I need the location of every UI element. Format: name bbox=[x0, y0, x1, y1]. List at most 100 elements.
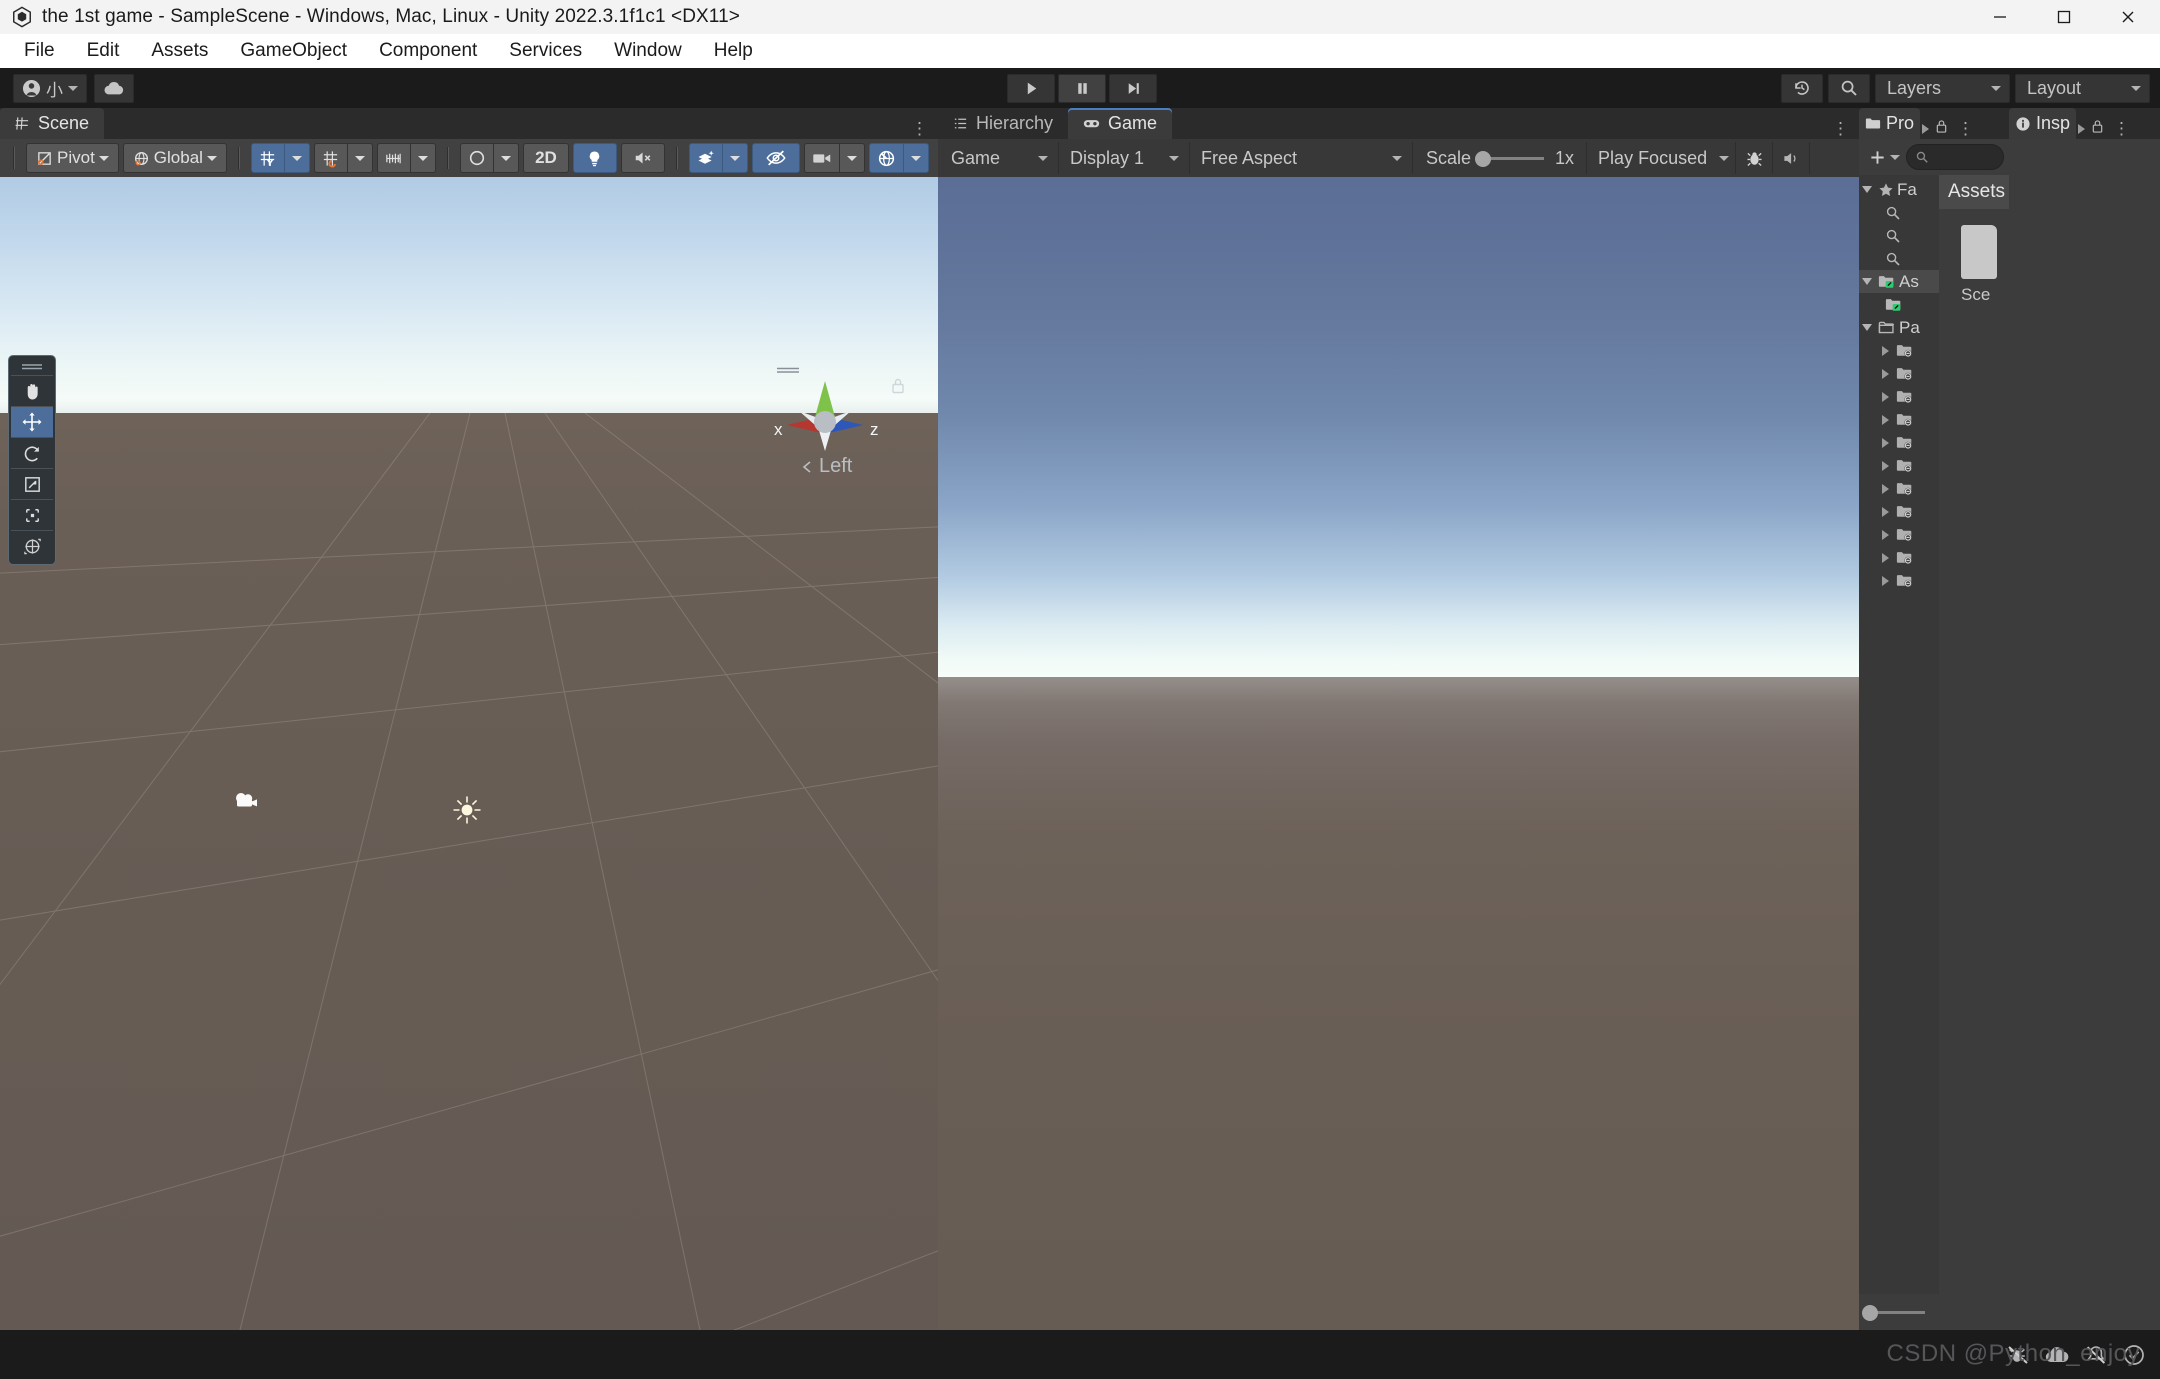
scene-visibility-toggle[interactable] bbox=[751, 143, 800, 173]
display-dropdown[interactable]: Display 1 bbox=[1060, 142, 1190, 174]
tree-item-saved-search-1[interactable] bbox=[1859, 201, 1939, 224]
twisty-down-icon[interactable] bbox=[1859, 278, 1875, 285]
tree-item-package[interactable] bbox=[1859, 546, 1939, 569]
scene-lighting-toggle[interactable] bbox=[572, 143, 617, 173]
main-camera-gizmo[interactable] bbox=[232, 791, 260, 811]
tree-item-package[interactable] bbox=[1859, 500, 1939, 523]
account-dropdown[interactable]: 小 bbox=[13, 73, 87, 103]
menu-services[interactable]: Services bbox=[493, 37, 598, 65]
twisty-right-icon[interactable] bbox=[1877, 506, 1893, 517]
inspector-lock-button[interactable] bbox=[2087, 119, 2108, 139]
project-search-input[interactable] bbox=[1906, 144, 2004, 170]
tree-item-package[interactable] bbox=[1859, 362, 1939, 385]
menu-window[interactable]: Window bbox=[598, 37, 698, 65]
inspector-menu-button[interactable]: ⋮ bbox=[2108, 119, 2136, 139]
window-minimize-button[interactable] bbox=[1968, 0, 2032, 34]
cloud-services-button[interactable] bbox=[94, 73, 134, 103]
twisty-right-icon[interactable] bbox=[1877, 483, 1893, 494]
tree-item-package[interactable] bbox=[1859, 477, 1939, 500]
rect-tool-button[interactable] bbox=[11, 499, 53, 530]
tab-scene[interactable]: Scene bbox=[0, 108, 105, 139]
menu-assets[interactable]: Assets bbox=[135, 37, 224, 65]
transform-tool-button[interactable] bbox=[11, 530, 53, 561]
palette-drag-handle[interactable] bbox=[19, 362, 45, 371]
tree-item-package[interactable] bbox=[1859, 454, 1939, 477]
game-viewport[interactable] bbox=[938, 177, 1859, 1330]
twisty-right-icon[interactable] bbox=[1877, 552, 1893, 563]
project-expand-button[interactable] bbox=[1920, 119, 1931, 139]
scene-effects-button[interactable] bbox=[688, 143, 723, 173]
twisty-down-icon[interactable] bbox=[1859, 324, 1875, 331]
project-zoom-slider[interactable] bbox=[1862, 1304, 1925, 1321]
twisty-right-icon[interactable] bbox=[1877, 460, 1893, 471]
aspect-ratio-dropdown[interactable]: Free Aspect bbox=[1191, 142, 1413, 174]
pivot-dropdown[interactable]: Pivot bbox=[26, 143, 119, 173]
scene-viewport[interactable]: y x z Left bbox=[0, 177, 938, 1330]
twisty-right-icon[interactable] bbox=[1877, 575, 1893, 586]
tree-item-scenes[interactable] bbox=[1859, 293, 1939, 316]
game-panel-menu-button[interactable]: ⋮ bbox=[1823, 119, 1859, 139]
window-maximize-button[interactable] bbox=[2032, 0, 2096, 34]
grid-snap-dropdown[interactable] bbox=[346, 143, 373, 173]
twisty-right-icon[interactable] bbox=[1877, 391, 1893, 402]
directional-light-gizmo[interactable] bbox=[452, 795, 482, 825]
persp-lock-icon[interactable] bbox=[890, 377, 906, 395]
tree-item-package[interactable] bbox=[1859, 569, 1939, 592]
tree-item-package[interactable] bbox=[1859, 408, 1939, 431]
layout-dropdown[interactable]: Layout bbox=[2015, 73, 2150, 103]
shading-mode-dropdown[interactable] bbox=[492, 143, 519, 173]
twisty-right-icon[interactable] bbox=[1877, 345, 1893, 356]
status-check-button[interactable] bbox=[2122, 1343, 2146, 1367]
tree-item-package[interactable] bbox=[1859, 339, 1939, 362]
grid-snap-button[interactable] bbox=[313, 143, 348, 173]
undo-history-button[interactable] bbox=[1781, 73, 1823, 103]
menu-gameobject[interactable]: GameObject bbox=[224, 37, 363, 65]
tree-item-packages[interactable]: Pa bbox=[1859, 316, 1939, 339]
tab-inspector[interactable]: Insp bbox=[2009, 108, 2077, 139]
tree-item-package[interactable] bbox=[1859, 431, 1939, 454]
toolbar-search-button[interactable] bbox=[1828, 73, 1870, 103]
shading-mode-button[interactable] bbox=[459, 143, 494, 173]
scale-slider-knob[interactable] bbox=[1475, 150, 1492, 167]
grid-axis-button[interactable] bbox=[250, 143, 285, 173]
tree-item-assets[interactable]: As bbox=[1859, 270, 1939, 293]
gizmos-dropdown[interactable] bbox=[902, 143, 929, 173]
move-tool-button[interactable] bbox=[11, 406, 53, 437]
status-collab-button[interactable] bbox=[2044, 1345, 2070, 1365]
menu-file[interactable]: File bbox=[8, 37, 71, 65]
scene-view-orientation-label[interactable]: Left bbox=[800, 455, 852, 478]
tree-item-package[interactable] bbox=[1859, 523, 1939, 546]
twisty-down-icon[interactable] bbox=[1859, 186, 1875, 193]
project-menu-button[interactable]: ⋮ bbox=[1952, 119, 1980, 139]
scale-tool-button[interactable] bbox=[11, 468, 53, 499]
snap-increment-button[interactable] bbox=[376, 143, 411, 173]
menu-edit[interactable]: Edit bbox=[71, 37, 136, 65]
layers-dropdown[interactable]: Layers bbox=[1875, 73, 2010, 103]
status-debug-button[interactable] bbox=[2006, 1344, 2030, 1366]
gizmos-toggle-button[interactable] bbox=[868, 143, 904, 173]
tab-project[interactable]: Pro bbox=[1859, 108, 1921, 139]
tab-hierarchy[interactable]: Hierarchy bbox=[938, 108, 1069, 139]
status-notifications-button[interactable] bbox=[2084, 1344, 2108, 1366]
tab-game[interactable]: Game bbox=[1068, 108, 1173, 139]
2d-toggle-button[interactable]: 2D bbox=[522, 143, 569, 173]
twisty-right-icon[interactable] bbox=[1877, 368, 1893, 379]
hand-tool-button[interactable] bbox=[11, 375, 53, 406]
game-mute-button[interactable] bbox=[1774, 142, 1811, 174]
inspector-expand-button[interactable] bbox=[2076, 119, 2087, 139]
play-button[interactable] bbox=[1007, 73, 1055, 103]
project-zoom-knob[interactable] bbox=[1862, 1304, 1878, 1321]
twisty-right-icon[interactable] bbox=[1877, 437, 1893, 448]
twisty-right-icon[interactable] bbox=[1877, 414, 1893, 425]
game-stats-button[interactable] bbox=[1737, 142, 1774, 174]
scene-audio-toggle[interactable] bbox=[620, 143, 665, 173]
step-button[interactable] bbox=[1109, 73, 1157, 103]
scene-effects-dropdown[interactable] bbox=[721, 143, 748, 173]
game-scale-control[interactable]: Scale 1x bbox=[1414, 142, 1588, 174]
asset-thumbnail-scene[interactable] bbox=[1961, 225, 1997, 279]
rotate-tool-button[interactable] bbox=[11, 437, 53, 468]
menu-component[interactable]: Component bbox=[363, 37, 493, 65]
snap-increment-dropdown[interactable] bbox=[409, 143, 436, 173]
pause-button[interactable] bbox=[1058, 73, 1106, 103]
project-add-button[interactable] bbox=[1865, 144, 1904, 170]
